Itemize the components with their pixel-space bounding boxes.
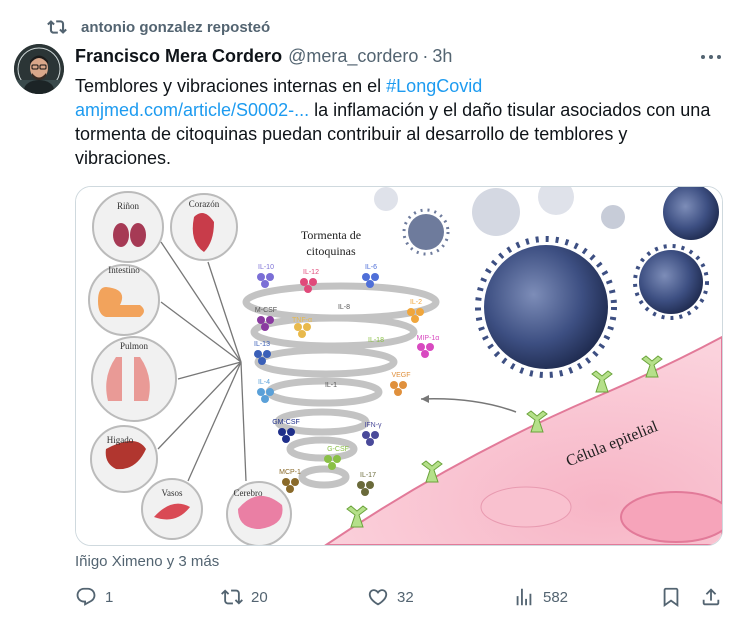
liked-by-text[interactable]: Iñigo Ximeno y 3 más (75, 553, 219, 570)
cytokine-label: IL-13 (254, 341, 270, 348)
like-count: 32 (397, 588, 414, 606)
retweet-label[interactable]: antonio gonzalez reposteó (81, 19, 270, 36)
view-count: 582 (543, 588, 569, 606)
tweet-header: Francisco Mera Cordero @mera_cordero · 3… (75, 46, 452, 67)
reply-count: 1 (105, 588, 114, 606)
cytokine-label: VEGF (391, 372, 410, 379)
more-options-icon[interactable] (700, 50, 722, 64)
cytokine-label: IL-12 (303, 269, 319, 276)
tweet-text-line1: Temblores y vibraciones internas en el (75, 76, 387, 96)
cytokine-label: MCP-1 (279, 469, 301, 476)
tweet-actions: 1 20 32 582 (75, 586, 723, 610)
like-button[interactable]: 32 (367, 586, 414, 608)
cytokine-label: IL-17 (360, 472, 376, 479)
reply-icon (76, 587, 96, 606)
cytokine-label: IL-8 (338, 304, 350, 311)
organ-label-lung: Pulmon (120, 341, 149, 351)
retweet-icon (47, 20, 67, 34)
tweet-text: Temblores y vibraciones internas en el #… (75, 74, 725, 170)
cytokine-label: MIP-1α (417, 335, 440, 342)
share-button[interactable] (700, 586, 722, 608)
bookmark-button[interactable] (660, 586, 682, 608)
cytokine-label: IL-6 (365, 264, 377, 271)
article-link[interactable]: amjmed.com/article/S0002-... (75, 100, 309, 120)
cytokine-label: IL-2 (410, 299, 422, 306)
tweet-time[interactable]: 3h (432, 46, 452, 67)
organ-label-kidney: Riñon (117, 201, 140, 211)
tweet-image[interactable]: Célula epitelial Riñon Corazón Intestino… (75, 186, 723, 546)
storm-title-1: Tormenta de (301, 228, 361, 242)
storm-title-2: citoquinas (306, 244, 356, 258)
organ-label-vessels: Vasos (161, 488, 182, 498)
views-button[interactable]: 582 (513, 586, 568, 608)
bookmark-icon (663, 587, 679, 608)
analytics-icon (516, 588, 532, 606)
cytokine-label: IL-4 (258, 379, 270, 386)
cytokine-label: TNF-α (292, 317, 312, 324)
repost-count: 20 (251, 588, 268, 606)
author-handle[interactable]: @mera_cordero (288, 46, 418, 67)
cytokine-label: G-CSF (327, 446, 349, 453)
cytokine-label: M-CSF (255, 307, 277, 314)
organ-label-brain: Cerebro (234, 488, 263, 498)
share-icon (702, 588, 720, 606)
organ-label-liver: Higado (107, 435, 134, 445)
separator-dot: · (422, 46, 429, 66)
cytokine-label: GM-CSF (272, 419, 300, 426)
heart-icon (368, 589, 388, 606)
cytokine-label: IL-1 (325, 382, 337, 389)
cytokine-label: IL-10 (258, 264, 274, 271)
author-name[interactable]: Francisco Mera Cordero (75, 46, 282, 67)
reply-button[interactable]: 1 (75, 586, 113, 608)
avatar[interactable] (14, 44, 64, 94)
hashtag-link[interactable]: #LongCovid (386, 76, 482, 96)
cytokine-label: IFN-γ (364, 422, 382, 429)
repost-button[interactable]: 20 (221, 586, 268, 608)
repost-icon (221, 589, 243, 605)
retweet-header: antonio gonzalez reposteó (47, 17, 270, 37)
organ-label-heart: Corazón (189, 199, 220, 209)
cytokine-label: IL-18 (368, 337, 384, 344)
organ-label-intestine: Intestino (108, 265, 140, 275)
